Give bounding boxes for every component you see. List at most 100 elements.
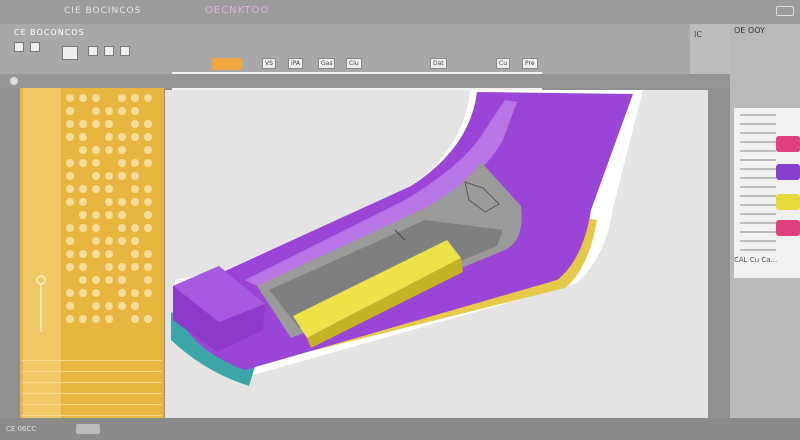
feature-cell[interactable] bbox=[144, 289, 152, 297]
feature-cell[interactable] bbox=[92, 107, 100, 115]
material-swatch-pink[interactable] bbox=[776, 220, 800, 236]
feature-cell[interactable] bbox=[118, 237, 126, 245]
feature-cell[interactable] bbox=[131, 263, 139, 271]
feature-cell[interactable] bbox=[79, 94, 87, 102]
feature-cell[interactable] bbox=[92, 94, 100, 102]
ribbon-button[interactable]: Pre bbox=[522, 58, 538, 69]
toolbar-tool-icon[interactable] bbox=[30, 42, 40, 52]
feature-cell[interactable] bbox=[79, 276, 87, 284]
feature-cell[interactable] bbox=[105, 146, 113, 154]
feature-cell[interactable] bbox=[144, 146, 152, 154]
feature-cell[interactable] bbox=[92, 211, 100, 219]
ribbon-button[interactable]: Dat bbox=[430, 58, 447, 69]
feature-cell[interactable] bbox=[144, 94, 152, 102]
feature-cell[interactable] bbox=[92, 172, 100, 180]
feature-cell[interactable] bbox=[66, 302, 74, 310]
feature-cell[interactable] bbox=[66, 94, 74, 102]
feature-cell[interactable] bbox=[118, 146, 126, 154]
feature-cell[interactable] bbox=[144, 198, 152, 206]
feature-cell[interactable] bbox=[105, 198, 113, 206]
feature-cell[interactable] bbox=[79, 133, 87, 141]
feature-cell[interactable] bbox=[79, 120, 87, 128]
feature-cell[interactable] bbox=[66, 172, 74, 180]
feature-cell[interactable] bbox=[66, 120, 74, 128]
feature-cell[interactable] bbox=[131, 159, 139, 167]
feature-cell[interactable] bbox=[92, 289, 100, 297]
feature-cell[interactable] bbox=[92, 146, 100, 154]
feature-cell[interactable] bbox=[118, 159, 126, 167]
feature-row[interactable] bbox=[22, 361, 162, 372]
ribbon-button[interactable]: iPA bbox=[288, 58, 304, 69]
feature-cell[interactable] bbox=[66, 185, 74, 193]
feature-cell[interactable] bbox=[131, 250, 139, 258]
feature-cell[interactable] bbox=[131, 185, 139, 193]
feature-cell[interactable] bbox=[144, 120, 152, 128]
feature-cell[interactable] bbox=[66, 159, 74, 167]
feature-cell[interactable] bbox=[131, 133, 139, 141]
feature-cell[interactable] bbox=[118, 263, 126, 271]
feature-cell[interactable] bbox=[144, 276, 152, 284]
feature-cell[interactable] bbox=[131, 289, 139, 297]
feature-cell[interactable] bbox=[105, 120, 113, 128]
toolbar-tool-icon[interactable] bbox=[120, 46, 130, 56]
feature-cell[interactable] bbox=[105, 107, 113, 115]
feature-cell[interactable] bbox=[118, 276, 126, 284]
feature-cell[interactable] bbox=[118, 224, 126, 232]
feature-cell[interactable] bbox=[131, 315, 139, 323]
feature-cell[interactable] bbox=[105, 237, 113, 245]
feature-cell[interactable] bbox=[131, 172, 139, 180]
status-tab[interactable] bbox=[76, 424, 100, 434]
feature-row[interactable] bbox=[22, 372, 162, 383]
feature-cell[interactable] bbox=[66, 133, 74, 141]
feature-cell[interactable] bbox=[131, 120, 139, 128]
feature-cell[interactable] bbox=[105, 211, 113, 219]
feature-cell[interactable] bbox=[131, 107, 139, 115]
toolbar-tool-icon[interactable] bbox=[88, 46, 98, 56]
feature-cell[interactable] bbox=[118, 133, 126, 141]
feature-grid[interactable] bbox=[66, 94, 160, 344]
ribbon-button[interactable]: Ciu bbox=[346, 58, 362, 69]
feature-cell[interactable] bbox=[131, 224, 139, 232]
feature-cell[interactable] bbox=[144, 133, 152, 141]
material-list[interactable] bbox=[734, 108, 800, 278]
ribbon-button[interactable]: Cu bbox=[496, 58, 510, 69]
feature-cell[interactable] bbox=[131, 302, 139, 310]
feature-cell[interactable] bbox=[92, 185, 100, 193]
feature-cell[interactable] bbox=[118, 107, 126, 115]
feature-cell[interactable] bbox=[79, 224, 87, 232]
feature-cell[interactable] bbox=[79, 159, 87, 167]
feature-cell[interactable] bbox=[118, 172, 126, 180]
feature-row[interactable] bbox=[22, 383, 162, 394]
feature-cell[interactable] bbox=[66, 315, 74, 323]
ribbon-button[interactable]: Gas bbox=[318, 58, 336, 69]
feature-cell[interactable] bbox=[66, 224, 74, 232]
material-swatch-violet[interactable] bbox=[776, 164, 800, 180]
feature-cell[interactable] bbox=[92, 250, 100, 258]
ribbon-button[interactable]: VS bbox=[262, 58, 276, 69]
feature-cell[interactable] bbox=[144, 315, 152, 323]
feature-cell[interactable] bbox=[79, 289, 87, 297]
feature-cell[interactable] bbox=[105, 276, 113, 284]
feature-cell[interactable] bbox=[144, 185, 152, 193]
feature-cell[interactable] bbox=[92, 224, 100, 232]
feature-cell[interactable] bbox=[144, 224, 152, 232]
feature-cell[interactable] bbox=[144, 159, 152, 167]
feature-cell[interactable] bbox=[105, 315, 113, 323]
feature-cell[interactable] bbox=[105, 250, 113, 258]
feature-cell[interactable] bbox=[105, 263, 113, 271]
feature-cell[interactable] bbox=[144, 250, 152, 258]
toolbar-tool-icon[interactable] bbox=[62, 46, 78, 60]
feature-cell[interactable] bbox=[66, 198, 74, 206]
feature-cell[interactable] bbox=[79, 185, 87, 193]
feature-cell[interactable] bbox=[118, 211, 126, 219]
feature-cell[interactable] bbox=[79, 146, 87, 154]
material-swatch-yellow[interactable] bbox=[776, 194, 800, 210]
feature-cell[interactable] bbox=[131, 198, 139, 206]
feature-cell[interactable] bbox=[66, 263, 74, 271]
toolbar-tool-icon[interactable] bbox=[14, 42, 24, 52]
window-restore-icon[interactable] bbox=[776, 6, 794, 16]
model-viewport[interactable] bbox=[165, 90, 708, 418]
feature-cell[interactable] bbox=[118, 198, 126, 206]
feature-cell[interactable] bbox=[92, 159, 100, 167]
feature-cell[interactable] bbox=[131, 237, 139, 245]
